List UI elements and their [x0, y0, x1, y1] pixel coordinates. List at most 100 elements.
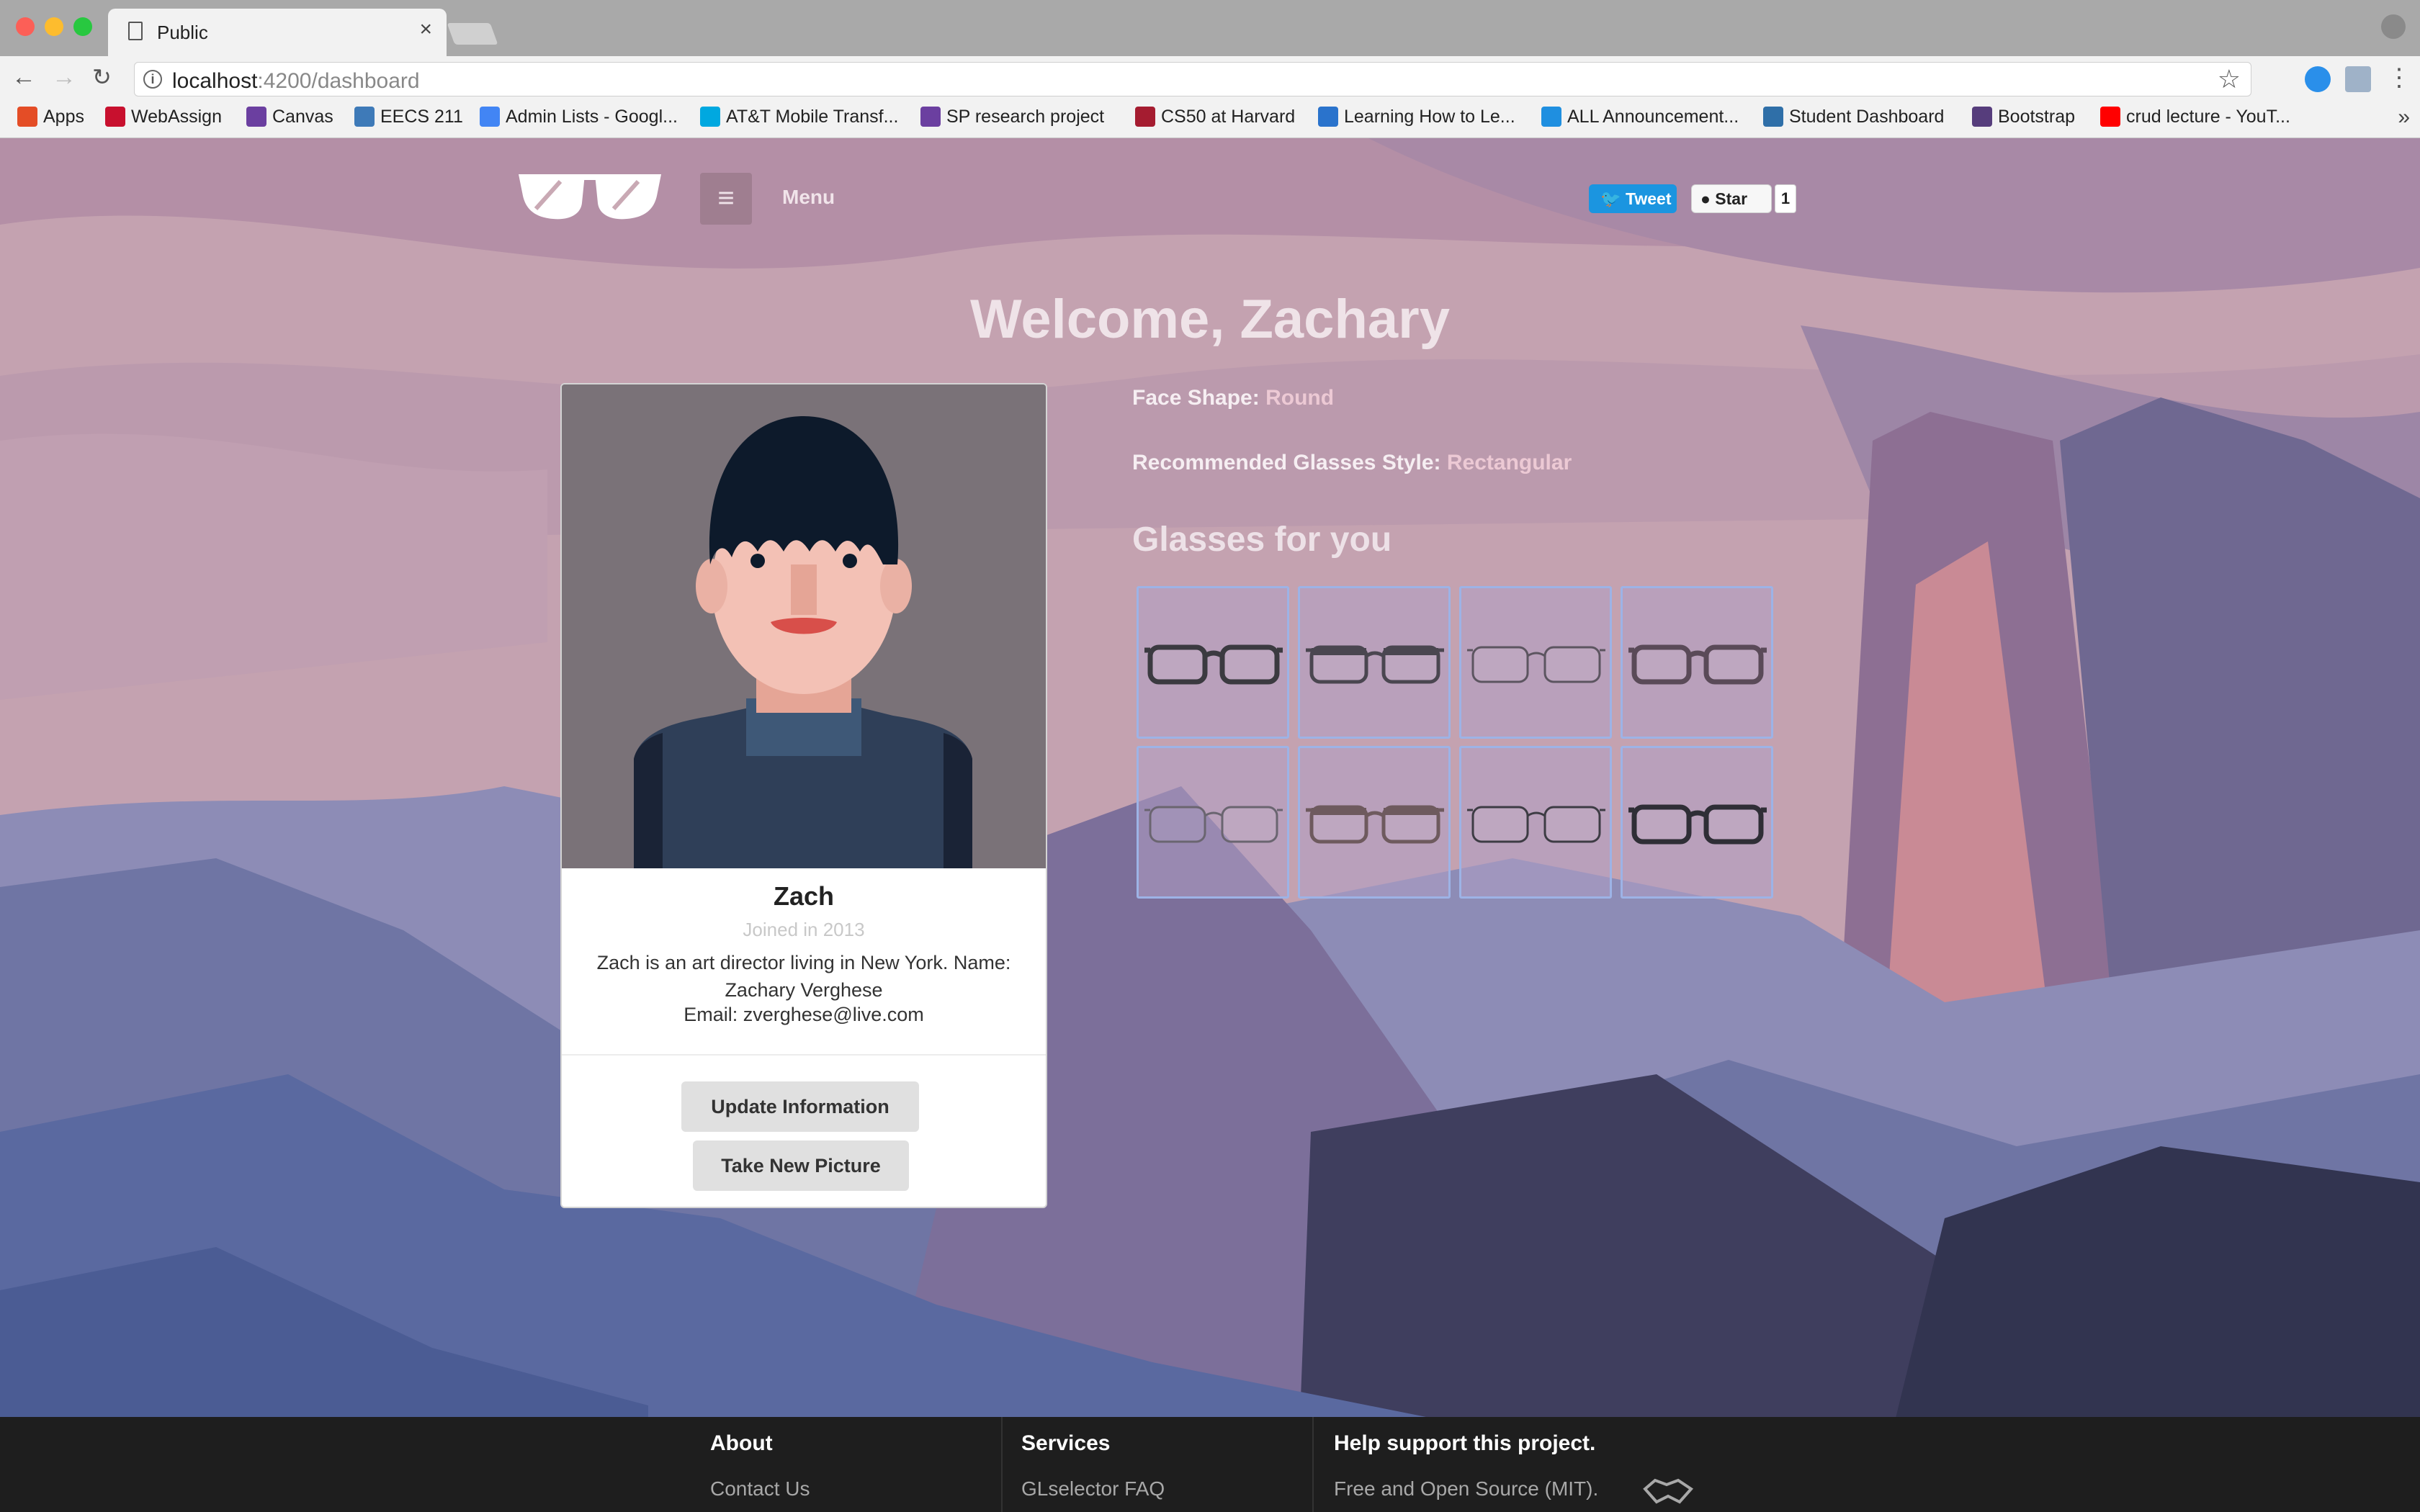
harvard-shield-icon: [1135, 107, 1155, 127]
eyeglasses-icon: [1306, 805, 1444, 844]
bookmark-label: Admin Lists - Googl...: [506, 107, 678, 127]
footer-about-title: About: [710, 1431, 773, 1455]
bookmark-label: Learning How to Le...: [1344, 107, 1515, 127]
more-bookmarks-icon[interactable]: »: [2398, 105, 2410, 130]
take-new-picture-button[interactable]: Take New Picture: [693, 1140, 909, 1191]
piazza-icon: [354, 107, 375, 127]
eyeglasses-icon: [1144, 644, 1283, 685]
tab-close-icon[interactable]: ×: [419, 17, 432, 42]
coursera-icon: [1318, 107, 1338, 127]
canvas-icon: [246, 107, 266, 127]
bookmark-item[interactable]: Apps: [17, 107, 84, 127]
footer: About Contact Us Services GLselector FAQ…: [0, 1417, 2420, 1512]
url-text: localhost:4200/dashboard: [172, 69, 420, 93]
eyeglasses-icon: [1467, 806, 1605, 843]
more-options-icon[interactable]: ⋮: [2387, 63, 2411, 92]
card-divider: [562, 1054, 1046, 1056]
download-extension-icon[interactable]: [2345, 66, 2371, 92]
close-window-icon[interactable]: [16, 17, 35, 36]
glasses-style-value: Rectangular: [1446, 451, 1572, 474]
glasses-option[interactable]: [1621, 586, 1773, 739]
bookmark-item[interactable]: crud lecture - YouT...: [2100, 107, 2290, 127]
footer-divider: [1001, 1417, 1003, 1512]
browser-tab[interactable]: Public ×: [108, 9, 447, 56]
face-shape-line: Face Shape: Round: [1132, 386, 1334, 410]
bookmark-item[interactable]: Bootstrap: [1972, 107, 2075, 127]
faq-link[interactable]: GLselector FAQ: [1021, 1477, 1165, 1500]
glasses-option[interactable]: [1298, 586, 1451, 739]
profile-icon[interactable]: [2381, 14, 2406, 39]
dashboard-page: ≡ Menu 🐦 Tweet ● Star 1 Welcome, Zachary: [0, 138, 2420, 1512]
minimize-window-icon[interactable]: [45, 17, 63, 36]
bookmark-item[interactable]: EECS 211: [354, 107, 463, 127]
new-tab-button[interactable]: [447, 23, 498, 45]
eyeglasses-icon: [1628, 804, 1767, 845]
profile-email: Email: zverghese@live.com: [684, 1004, 924, 1025]
back-icon[interactable]: ←: [12, 63, 36, 91]
youtube-icon: [2100, 107, 2120, 127]
tab-title: Public: [157, 22, 208, 43]
glasses-option[interactable]: [1137, 746, 1289, 899]
footer-services-title: Services: [1021, 1431, 1111, 1455]
twitter-bird-icon: 🐦: [1600, 189, 1621, 208]
github-icon: ●: [1700, 189, 1711, 208]
bookmark-item[interactable]: ALL Announcement...: [1541, 107, 1739, 127]
bookmark-label: SP research project: [946, 107, 1105, 127]
extension-icon[interactable]: [2305, 66, 2331, 92]
browser-toolbar: ← → ↻ i localhost:4200/dashboard ☆ ⋮: [0, 56, 2420, 102]
bookmark-label: AT&T Mobile Transf...: [726, 107, 899, 127]
maximize-window-icon[interactable]: [73, 17, 92, 36]
bookmark-label: Bootstrap: [1998, 107, 2076, 127]
eyeglasses-icon: [1144, 806, 1283, 843]
bookmark-item[interactable]: Learning How to Le...: [1318, 107, 1515, 127]
glasses-option[interactable]: [1459, 586, 1612, 739]
bookmark-label: WebAssign: [131, 107, 222, 127]
tweet-button[interactable]: 🐦 Tweet: [1589, 184, 1677, 213]
update-information-button[interactable]: Update Information: [681, 1081, 919, 1132]
bookmark-label: EECS 211: [380, 107, 463, 127]
profile-card: Zach Joined in 2013 Zach is an art direc…: [560, 383, 1047, 1208]
webassign-icon: [105, 107, 125, 127]
menu-hamburger-button[interactable]: ≡: [700, 173, 752, 225]
footer-support-title: Help support this project.: [1334, 1431, 1596, 1455]
bookmark-item[interactable]: CS50 at Harvard: [1135, 107, 1295, 127]
bookmark-item[interactable]: SP research project: [920, 107, 1104, 127]
github-star-button[interactable]: ● Star: [1691, 184, 1772, 213]
forward-icon[interactable]: →: [52, 63, 76, 91]
address-bar[interactable]: i localhost:4200/dashboard ☆: [134, 62, 2251, 96]
glasses-style-label: Recommended Glasses Style:: [1132, 451, 1441, 474]
bookmark-item[interactable]: Student Dashboard: [1763, 107, 1944, 127]
glasses-option[interactable]: [1298, 746, 1451, 899]
bookmark-label: Apps: [43, 107, 84, 127]
bookmark-label: crud lecture - YouT...: [2126, 107, 2290, 127]
avatar-illustration: [562, 384, 1046, 868]
bookmark-item[interactable]: Canvas: [246, 107, 333, 127]
reload-icon[interactable]: ↻: [92, 63, 112, 91]
glasses-option[interactable]: [1137, 586, 1289, 739]
menu-label[interactable]: Menu: [782, 186, 835, 209]
face-shape-label: Face Shape:: [1132, 386, 1260, 410]
footer-divider: [1312, 1417, 1314, 1512]
contact-us-link[interactable]: Contact Us: [710, 1477, 810, 1500]
bookmark-item[interactable]: Admin Lists - Googl...: [480, 107, 678, 127]
bookmark-star-icon[interactable]: ☆: [2218, 64, 2241, 94]
face-shape-value: Round: [1265, 386, 1335, 410]
canvas-icon: [920, 107, 941, 127]
glasses-option[interactable]: [1621, 746, 1773, 899]
profile-joined-date: Joined in 2013: [743, 919, 865, 940]
license-link[interactable]: Free and Open Source (MIT).: [1334, 1477, 1598, 1500]
welcome-heading: Welcome, Zachary: [969, 289, 1450, 350]
glasses-for-you-heading: Glasses for you: [1132, 521, 1392, 559]
glasses-option[interactable]: [1459, 746, 1612, 899]
sunglasses-logo[interactable]: [516, 167, 664, 225]
glasses-style-line: Recommended Glasses Style: Rectangular: [1132, 451, 1572, 475]
eyeglasses-icon: [1628, 644, 1767, 685]
bookmark-item[interactable]: WebAssign: [105, 107, 222, 127]
profile-name: Zach: [773, 881, 835, 911]
att-icon: [700, 107, 720, 127]
github-star-count[interactable]: 1: [1775, 184, 1796, 213]
bookmark-item[interactable]: AT&T Mobile Transf...: [700, 107, 898, 127]
glasses-grid: [1137, 586, 1773, 899]
bookmark-label: Student Dashboard: [1789, 107, 1945, 127]
info-icon[interactable]: i: [143, 70, 162, 89]
